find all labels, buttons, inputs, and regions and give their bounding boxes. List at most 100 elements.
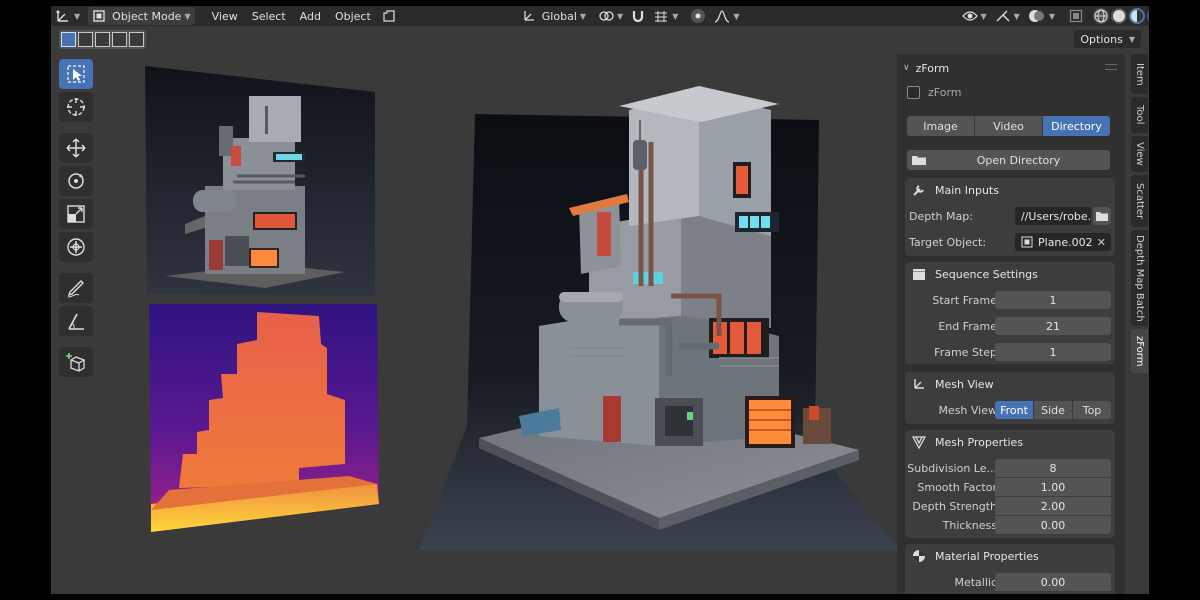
scale-tool[interactable] (59, 199, 93, 229)
measure-tool[interactable] (59, 306, 93, 336)
solid-sphere-icon (1112, 10, 1125, 22)
thickness-field[interactable]: 0.00 (995, 516, 1111, 534)
editor-type-button[interactable]: ▼ (51, 7, 84, 25)
tab-depth-map-batch-label: Depth Map Batch (1134, 234, 1145, 322)
annotate-tool[interactable] (59, 273, 93, 303)
tab-tool[interactable]: Tool (1131, 97, 1148, 133)
edit-corner-icon (383, 10, 395, 22)
select-extend-icon[interactable] (78, 31, 93, 47)
zform-checkbox[interactable] (907, 86, 920, 99)
falloff-select[interactable]: ▼ (710, 7, 743, 25)
snap-target-select[interactable]: ▼ (649, 7, 682, 25)
zform-checkbox-row[interactable]: zForm (907, 86, 961, 99)
material-shading-button[interactable] (1128, 8, 1145, 24)
metallic-row: Metallic 0.00 (905, 572, 1115, 592)
thickness-row: Thickness 0.00 (905, 515, 1115, 535)
transform-tool[interactable] (59, 232, 93, 262)
mesh-properties-header[interactable]: Mesh Properties (905, 430, 1115, 454)
source-image-option[interactable]: Image (907, 116, 975, 136)
menu-add[interactable]: Add (293, 7, 328, 25)
solid-shading-button[interactable] (1110, 8, 1127, 24)
sequence-settings-header[interactable]: Sequence Settings (905, 262, 1115, 286)
chevron-down-icon: ▼ (672, 11, 679, 21)
depth-strength-row: Depth Strength 2.00 (905, 496, 1115, 516)
material-properties-header[interactable]: Material Properties (905, 544, 1115, 568)
overlays-toggle[interactable]: ▼ (1024, 7, 1059, 25)
select-intersect-icon[interactable] (129, 31, 144, 47)
tab-zform[interactable]: zForm (1131, 329, 1148, 373)
mode-select[interactable]: Object Mode ▼ (88, 7, 195, 25)
select-new-icon[interactable] (61, 31, 76, 47)
drag-handle-icon[interactable] (1105, 64, 1117, 70)
smooth-factor-field[interactable]: 1.00 (995, 478, 1111, 496)
depth-strength-field[interactable]: 2.00 (995, 497, 1111, 515)
source-directory-option[interactable]: Directory (1043, 116, 1110, 136)
main-inputs-header[interactable]: Main Inputs (905, 178, 1115, 202)
wireframe-shading-button[interactable] (1092, 8, 1109, 24)
metallic-label: Metallic (954, 575, 997, 589)
source-video-option[interactable]: Video (975, 116, 1043, 136)
panel-title: zForm (915, 61, 950, 75)
proportional-edit-toggle[interactable] (686, 7, 710, 25)
start-frame-field[interactable]: 1 (995, 291, 1111, 309)
move-tool[interactable] (59, 133, 93, 163)
menu-object[interactable]: Object (328, 7, 378, 25)
target-object-field[interactable]: Plane.002 ✕ (1015, 233, 1111, 251)
main-inputs-section: Main Inputs Depth Map: //Users/robe... T… (905, 178, 1115, 256)
tab-tool-label: Tool (1134, 105, 1145, 125)
mesh-triangle-icon (911, 434, 927, 450)
select-subtract-icon[interactable] (95, 31, 110, 47)
overlay-icon (1028, 10, 1044, 22)
depth-map-path-field[interactable]: //Users/robe... (1015, 207, 1091, 225)
tab-view[interactable]: View (1131, 136, 1148, 172)
depth-strength-label: Depth Strength (912, 499, 997, 513)
metallic-field[interactable]: 0.00 (995, 573, 1111, 591)
options-dropdown[interactable]: Options ▼ (1074, 30, 1141, 48)
ruler-icon-button[interactable] (378, 7, 400, 25)
mesh-view-row: Mesh View Front Side Top (905, 400, 1115, 420)
menu-select[interactable]: Select (245, 7, 293, 25)
frame-step-field[interactable]: 1 (995, 343, 1111, 361)
add-cube-tool[interactable] (59, 347, 93, 377)
mesh-view-side-option[interactable]: Side (1034, 401, 1073, 419)
gizmo-toggle[interactable]: ▼ (991, 7, 1024, 25)
open-directory-button[interactable]: Open Directory (907, 150, 1110, 170)
select-box-tool[interactable] (59, 59, 93, 89)
source-type-selector: Image Video Directory (907, 116, 1110, 136)
visibility-select[interactable]: ▼ (958, 7, 991, 25)
displaced-building-mesh (419, 86, 899, 550)
rotate-tool[interactable] (59, 166, 93, 196)
snap-toggle[interactable] (627, 7, 649, 25)
clear-x-icon[interactable]: ✕ (1097, 236, 1106, 249)
depth-map-image-plane[interactable] (149, 304, 379, 534)
wireframe-sphere-icon (1094, 9, 1108, 23)
menu-view[interactable]: View (205, 7, 245, 25)
tab-scatter[interactable]: Scatter (1131, 175, 1148, 227)
mesh-view-header[interactable]: Mesh View (905, 372, 1115, 396)
folder-icon (1096, 212, 1108, 221)
sidebar-panel: ∨ zForm zForm Image Video Directory Open… (897, 54, 1125, 594)
transform-orientation-select[interactable]: Global ▼ (518, 7, 590, 25)
target-object-label: Target Object: (909, 235, 987, 249)
end-frame-field[interactable]: 21 (995, 317, 1111, 335)
tab-item[interactable]: Item (1131, 54, 1148, 94)
start-frame-label: Start Frame (932, 293, 997, 307)
select-invert-icon[interactable] (112, 31, 127, 47)
displaced-mesh-viewport[interactable] (419, 86, 901, 552)
subdivision-field[interactable]: 8 (995, 459, 1111, 477)
chevron-down-icon: ▼ (1128, 34, 1135, 44)
target-object-value: Plane.002 (1038, 235, 1093, 249)
mesh-view-top-option[interactable]: Top (1073, 401, 1111, 419)
crosshair-icon (67, 98, 85, 116)
rendered-shading-button[interactable] (1146, 8, 1149, 24)
cursor-tool[interactable] (59, 92, 93, 122)
reference-image-plane[interactable] (145, 66, 377, 296)
orientation-label: Global (541, 9, 577, 23)
xray-toggle[interactable] (1065, 7, 1087, 25)
panel-header[interactable]: ∨ zForm (903, 58, 949, 78)
mesh-view-front-option[interactable]: Front (995, 401, 1034, 419)
tab-depth-map-batch[interactable]: Depth Map Batch (1131, 230, 1148, 326)
main-inputs-title: Main Inputs (935, 183, 999, 197)
depth-map-browse-button[interactable] (1093, 207, 1111, 225)
pivot-point-select[interactable]: ▼ (594, 7, 627, 25)
